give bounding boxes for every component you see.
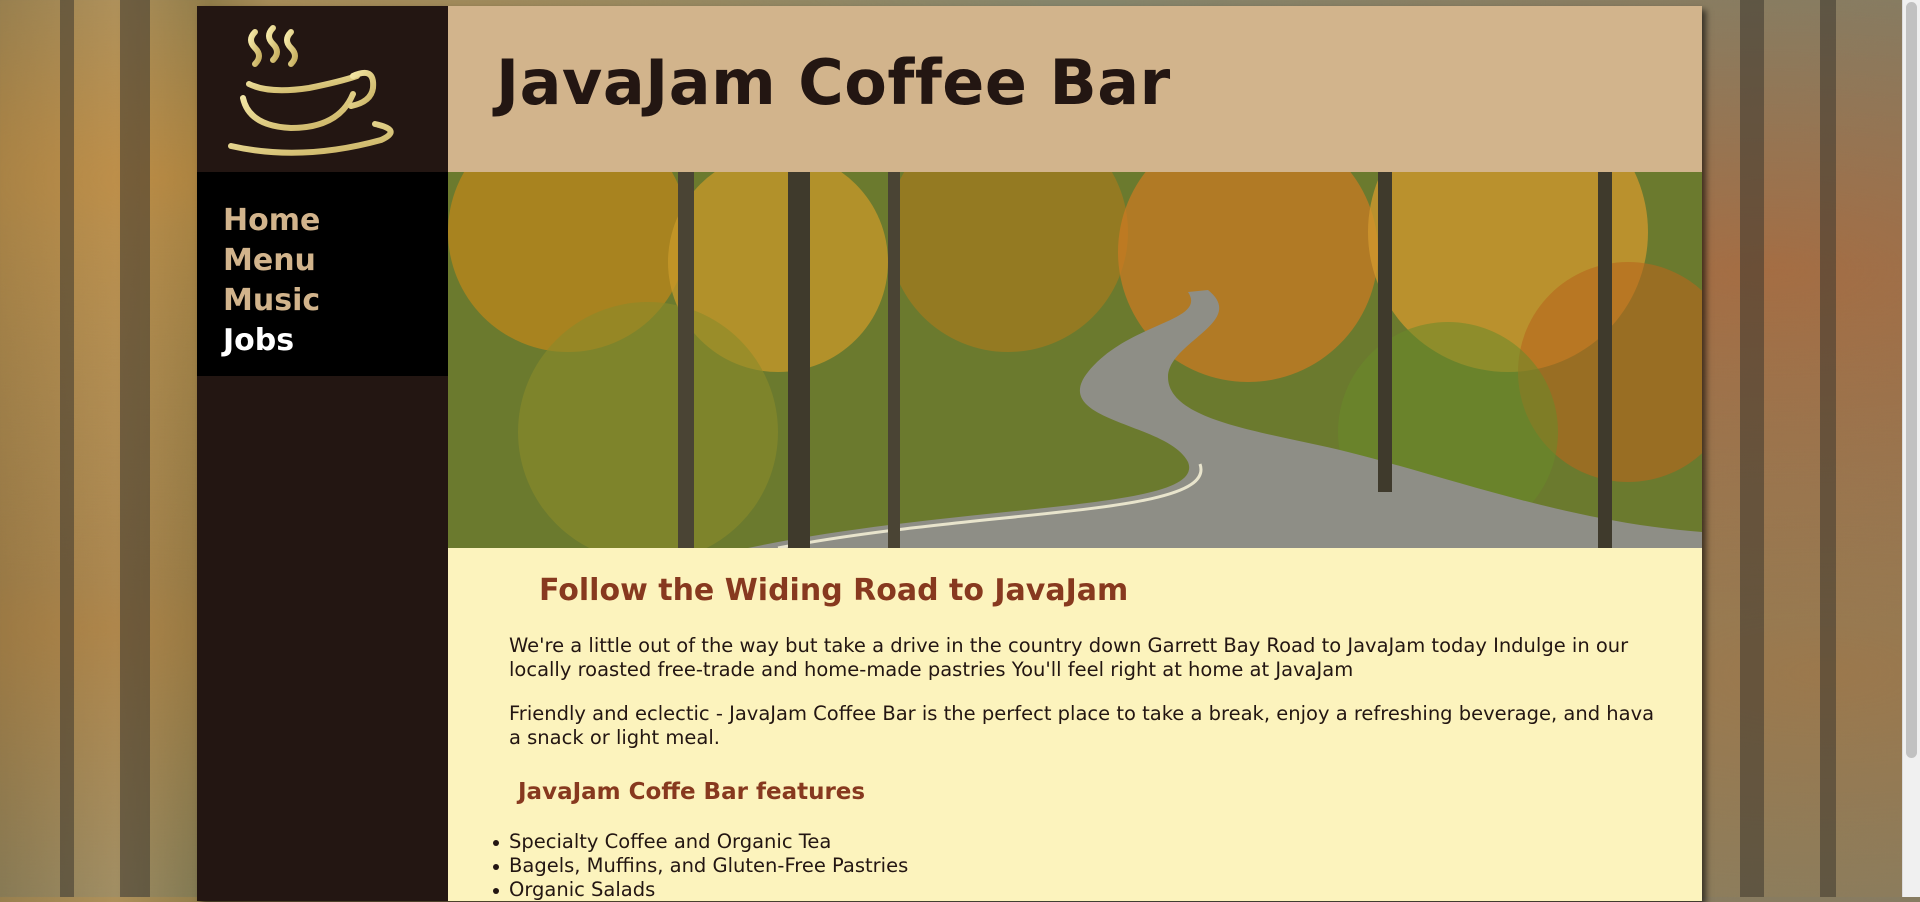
header: JavaJam Coffee Bar — [448, 6, 1702, 172]
list-item: Organic Salads — [492, 878, 908, 902]
list-item: Specialty Coffee and Organic Tea — [492, 830, 908, 854]
coffee-cup-icon — [228, 25, 394, 156]
features-list: Specialty Coffee and Organic Tea Bagels,… — [492, 830, 909, 902]
intro-paragraph: We're a little out of the way but take a… — [509, 634, 1629, 681]
features-heading: JavaJam Coffe Bar features — [518, 779, 866, 805]
vertical-scrollbar[interactable] — [1902, 0, 1920, 897]
nav-link-jobs[interactable]: Jobs — [223, 323, 294, 358]
list-item: Bagels, Muffins, and Gluten-Free Pastrie… — [492, 854, 909, 877]
logo[interactable] — [197, 6, 448, 172]
nav-link-home[interactable]: Home — [223, 203, 320, 238]
content-heading: Follow the Widing Road to JavaJam — [539, 573, 1129, 608]
nav-link-menu[interactable]: Menu — [223, 243, 316, 278]
description-paragraph: Friendly and eclectic - JavaJam Coffee B… — [509, 702, 1655, 749]
winding-road-image — [448, 172, 1702, 548]
page-wrapper: JavaJam Coffee Bar Home Menu Music Jobs — [197, 6, 1702, 901]
scrollbar-thumb[interactable] — [1906, 2, 1917, 758]
site-title: JavaJam Coffee Bar — [496, 46, 1171, 119]
nav-link-music[interactable]: Music — [223, 283, 320, 318]
main-content: Follow the Widing Road to JavaJam We're … — [448, 548, 1702, 901]
main-nav: Home Menu Music Jobs — [197, 172, 448, 376]
hero-image — [448, 172, 1702, 548]
